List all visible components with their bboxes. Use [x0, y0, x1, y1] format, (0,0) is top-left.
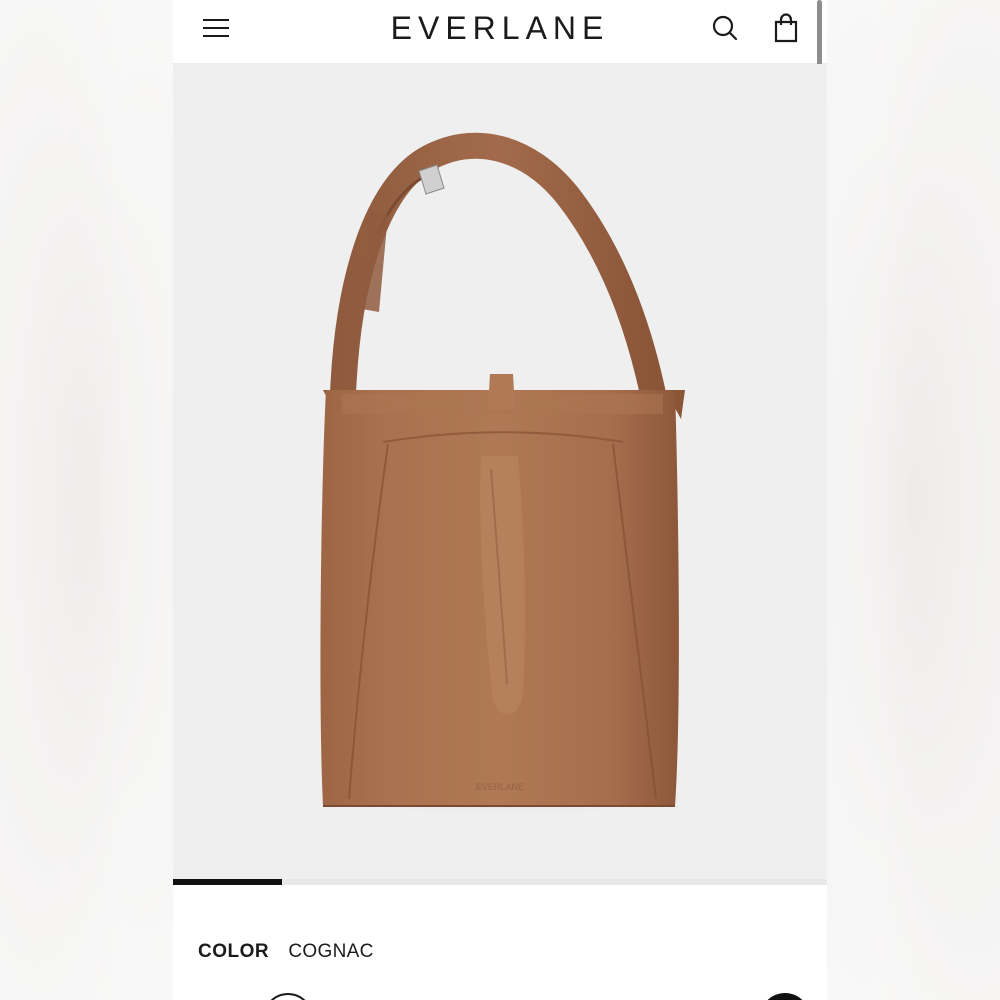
left-background-blur — [0, 0, 173, 1000]
shopping-bag-button[interactable] — [771, 12, 801, 43]
mobile-product-page: EVERLANE EVERLANE COLOR COGNAC — [173, 0, 827, 1000]
product-image[interactable]: EVERLANE — [173, 64, 827, 880]
right-background-blur — [827, 0, 1000, 1000]
color-swatch-black[interactable] — [760, 993, 810, 1000]
search-icon — [712, 15, 738, 41]
search-button[interactable] — [711, 14, 741, 44]
svg-text:EVERLANE: EVERLANE — [476, 782, 524, 792]
tote-bag-illustration: EVERLANE — [298, 132, 708, 815]
color-swatch-cognac[interactable] — [263, 993, 313, 1000]
image-carousel-progress — [173, 879, 827, 885]
color-selector: COLOR COGNAC — [198, 941, 374, 963]
selected-color-name: COGNAC — [288, 941, 374, 962]
carousel-progress-fill — [173, 879, 283, 885]
color-label: COLOR — [198, 941, 270, 962]
shopping-bag-icon — [774, 13, 798, 43]
site-header: EVERLANE — [173, 0, 827, 64]
